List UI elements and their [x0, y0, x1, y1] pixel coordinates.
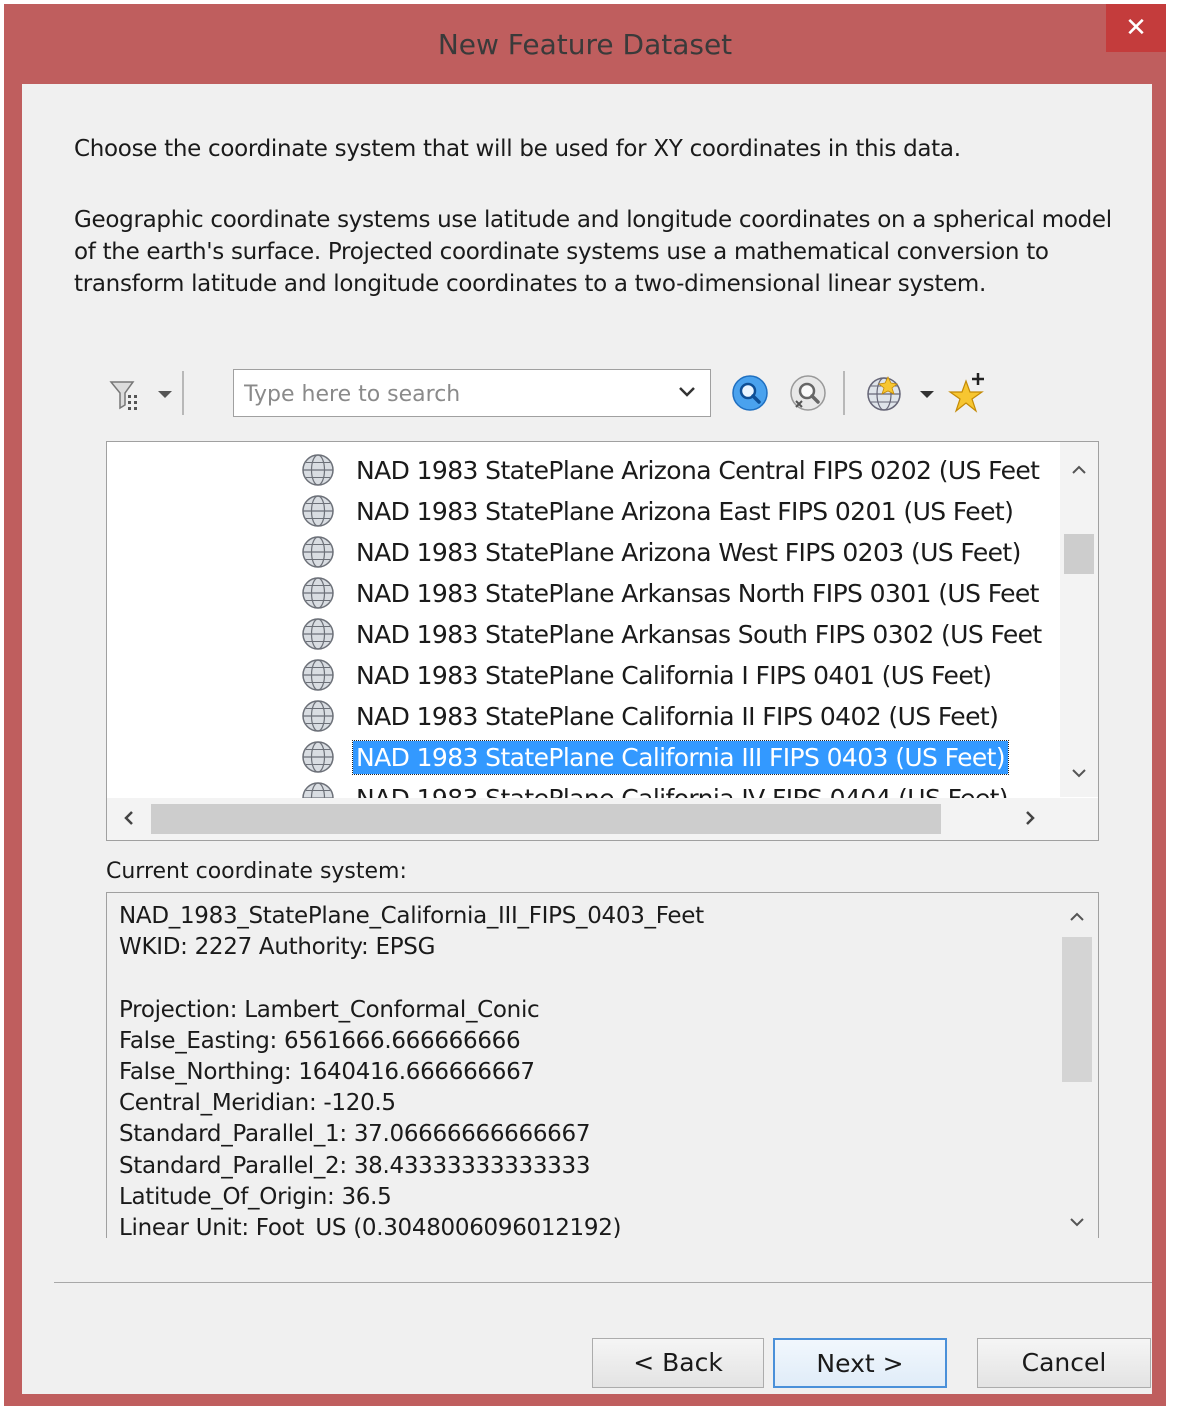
back-button[interactable]: < Back	[592, 1338, 764, 1388]
tree-item[interactable]: NAD 1983 StatePlane Arkansas South FIPS …	[297, 615, 1058, 656]
projected-coordinate-system-icon	[301, 494, 335, 528]
cancel-button[interactable]: Cancel	[977, 1338, 1151, 1388]
projected-coordinate-system-icon	[301, 535, 335, 569]
tree-item-label: NAD 1983 StatePlane California I FIPS 04…	[356, 661, 992, 690]
tree-item[interactable]: NAD 1983 StatePlane Arizona East FIPS 02…	[297, 492, 1058, 533]
search-input[interactable]	[242, 378, 656, 410]
footer-divider	[54, 1282, 1152, 1283]
toolbar-separator	[182, 371, 184, 415]
tree-item[interactable]: NAD 1983 StatePlane Arizona Central FIPS…	[297, 451, 1058, 492]
globe-dropdown-arrow-icon[interactable]	[920, 391, 934, 398]
scroll-right-icon[interactable]	[1020, 808, 1040, 828]
filter-icon[interactable]	[108, 377, 144, 413]
scroll-down-icon[interactable]	[1069, 763, 1089, 783]
tree-item-label: NAD 1983 StatePlane California II FIPS 0…	[356, 702, 999, 731]
tree-list: NAD 1983 StatePlane Arizona Central FIPS…	[297, 451, 1058, 799]
scroll-thumb[interactable]	[151, 804, 941, 834]
tree-item-label: NAD 1983 StatePlane Arkansas South FIPS …	[356, 620, 1042, 649]
toolbar-separator	[843, 371, 845, 415]
search-icon[interactable]	[730, 373, 770, 413]
projected-coordinate-system-icon	[301, 699, 335, 733]
tree-item-label: NAD 1983 StatePlane Arkansas North FIPS …	[356, 579, 1039, 608]
tree-item[interactable]: NAD 1983 StatePlane Arizona West FIPS 02…	[297, 533, 1058, 574]
scroll-thumb[interactable]	[1064, 534, 1094, 574]
scroll-down-icon[interactable]	[1067, 1212, 1087, 1232]
coordinate-system-tree[interactable]: NAD 1983 StatePlane Arizona Central FIPS…	[106, 441, 1099, 841]
description-text: Geographic coordinate systems use latitu…	[74, 207, 1112, 297]
window-title: New Feature Dataset	[437, 28, 733, 61]
tree-item[interactable]: NAD 1983 StatePlane California III FIPS …	[297, 738, 1058, 779]
title-bar: New Feature Dataset ✕	[4, 4, 1166, 84]
tree-vertical-scrollbar[interactable]	[1060, 442, 1098, 797]
add-favorite-icon[interactable]	[948, 371, 992, 415]
tree-item-label: NAD 1983 StatePlane Arizona Central FIPS…	[356, 456, 1040, 485]
tree-item-label: NAD 1983 StatePlane Arizona West FIPS 02…	[356, 538, 1021, 567]
dialog-content: Choose the coordinate system that will b…	[22, 84, 1152, 1394]
projected-coordinate-system-icon	[301, 453, 335, 487]
tree-item[interactable]: NAD 1983 StatePlane Arkansas North FIPS …	[297, 574, 1058, 615]
tree-item-label: NAD 1983 StatePlane California IV FIPS 0…	[356, 784, 1009, 799]
clear-search-icon[interactable]	[788, 373, 828, 413]
close-button[interactable]: ✕	[1106, 4, 1166, 52]
tree-item[interactable]: NAD 1983 StatePlane California I FIPS 04…	[297, 656, 1058, 697]
chevron-down-icon	[679, 387, 695, 397]
scroll-up-icon[interactable]	[1069, 460, 1089, 480]
tree-item[interactable]: NAD 1983 StatePlane California II FIPS 0…	[297, 697, 1058, 738]
filter-dropdown-arrow-icon[interactable]	[158, 391, 172, 398]
search-dropdown-button[interactable]	[664, 370, 710, 416]
dialog-window: New Feature Dataset ✕ Choose the coordin…	[4, 4, 1166, 1406]
details-vertical-scrollbar[interactable]	[1056, 893, 1098, 1238]
scroll-left-icon[interactable]	[119, 808, 139, 828]
projected-coordinate-system-icon	[301, 781, 335, 799]
toolbar	[108, 369, 1008, 419]
current-system-label: Current coordinate system:	[106, 859, 407, 884]
globe-icon[interactable]	[864, 373, 904, 413]
projected-coordinate-system-icon	[301, 617, 335, 651]
current-system-text: NAD_1983_StatePlane_California_III_FIPS_…	[119, 903, 704, 1238]
search-combobox[interactable]	[233, 369, 711, 417]
tree-item-label: NAD 1983 StatePlane California III FIPS …	[352, 740, 1009, 775]
projected-coordinate-system-icon	[301, 576, 335, 610]
next-button[interactable]: Next >	[773, 1338, 947, 1388]
projected-coordinate-system-icon	[301, 658, 335, 692]
current-system-details[interactable]: NAD_1983_StatePlane_California_III_FIPS_…	[106, 892, 1099, 1238]
tree-item[interactable]: NAD 1983 StatePlane California IV FIPS 0…	[297, 779, 1058, 799]
intro-text: Choose the coordinate system that will b…	[74, 136, 961, 162]
projected-coordinate-system-icon	[301, 740, 335, 774]
tree-item-label: NAD 1983 StatePlane Arizona East FIPS 02…	[356, 497, 1014, 526]
tree-horizontal-scrollbar[interactable]	[107, 798, 1098, 840]
scroll-thumb[interactable]	[1062, 937, 1092, 1082]
scroll-up-icon[interactable]	[1067, 907, 1087, 927]
